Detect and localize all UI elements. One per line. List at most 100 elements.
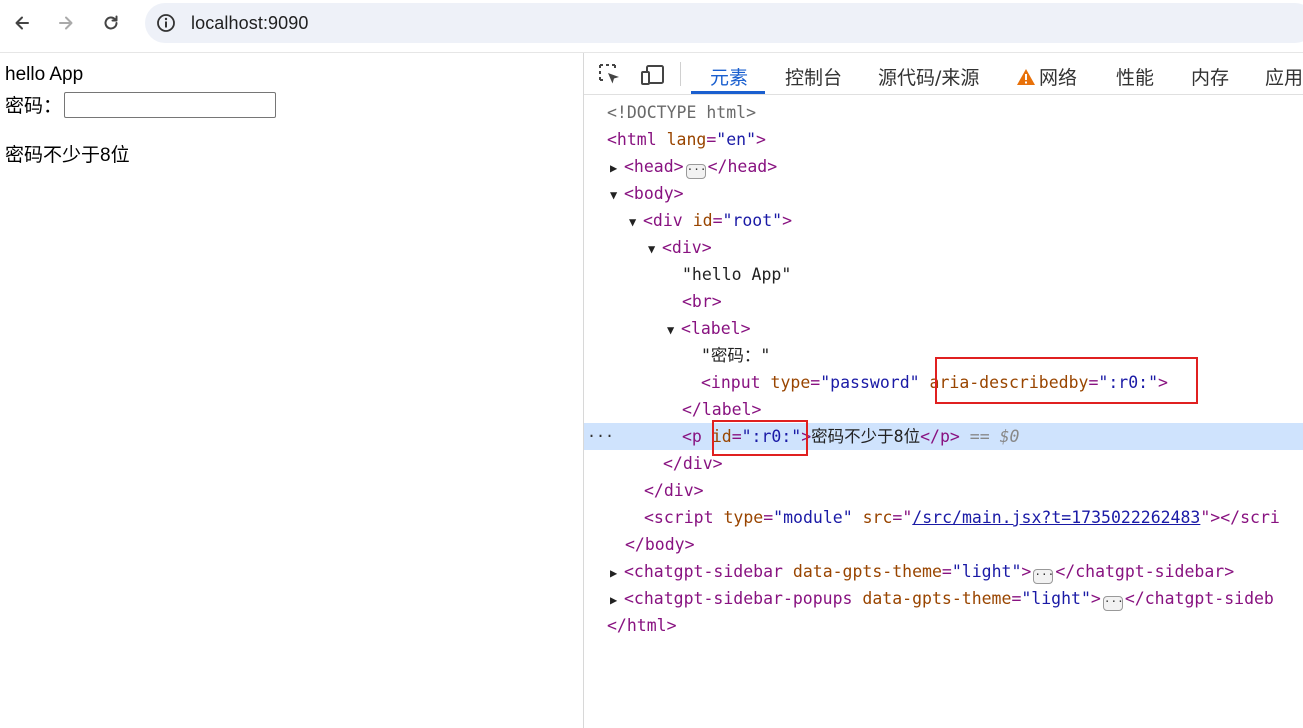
tag-name: <p <box>682 427 702 446</box>
back-button[interactable] <box>6 7 38 39</box>
collapse-triangle-icon[interactable]: ▼ <box>629 209 643 236</box>
dom-node-html-close[interactable]: </html> <box>584 612 1303 639</box>
attr-name: type <box>770 373 811 392</box>
reload-icon <box>104 15 118 30</box>
tag-name: "></scri <box>1200 508 1280 527</box>
tab-sources[interactable]: 源代码/来源 <box>878 63 979 90</box>
doctype-text: <!DOCTYPE html> <box>607 103 757 122</box>
attr-name: type <box>723 508 764 527</box>
tag-name: <input <box>701 373 761 392</box>
dom-node-script[interactable]: <script type="module" src="/src/main.jsx… <box>584 504 1303 531</box>
dom-node-label[interactable]: ▼ <label> <box>584 315 1303 342</box>
dom-node-div-close[interactable]: </div> <box>584 450 1303 477</box>
arrow-left-icon <box>15 16 29 30</box>
reload-button[interactable] <box>95 7 127 39</box>
tag-name: </chatgpt-sideb <box>1124 589 1274 608</box>
attr-value: "module" <box>773 508 853 527</box>
tag-name: </label> <box>682 400 762 419</box>
attr-name: lang <box>666 130 707 149</box>
text-node: 密码不少于8位 <box>811 427 921 446</box>
tag-name: <body> <box>624 184 684 203</box>
attr-name: src <box>862 508 893 527</box>
more-options-icon[interactable]: ··· <box>587 423 614 450</box>
tag-name: <script <box>644 508 714 527</box>
attr-name: id <box>711 427 732 446</box>
dom-node-root-div-close[interactable]: </div> <box>584 477 1303 504</box>
attr-value: "light" <box>951 562 1022 581</box>
dom-node-p-selected[interactable]: ··· <p id=":r0:">密码不少于8位</p> == $0 <box>584 423 1303 450</box>
tag-name: </head> <box>707 157 778 176</box>
dom-node-chatgpt-sidebar[interactable]: ▶ <chatgpt-sidebar data-gpts-theme="light… <box>584 558 1303 585</box>
tab-performance[interactable]: 性能 <box>1116 63 1154 90</box>
devtools-panel: 元素 控制台 源代码/来源 网络 性能 内存 应用 <!DOCTYPE html… <box>584 53 1303 728</box>
dom-node-br[interactable]: <br> <box>584 288 1303 315</box>
dom-node-input[interactable]: <input type="password" aria-describedby=… <box>584 369 1303 396</box>
arrow-right-icon <box>59 16 73 30</box>
tab-memory[interactable]: 内存 <box>1191 63 1229 90</box>
active-tab-indicator <box>691 91 765 94</box>
dom-node-body-close[interactable]: </body> <box>584 531 1303 558</box>
device-toolbar-icon[interactable] <box>640 62 666 88</box>
page-viewport: hello App 密码： 密码不少于8位 <box>0 53 583 728</box>
tag-name: </chatgpt-sidebar> <box>1055 562 1235 581</box>
warning-icon <box>1017 69 1035 85</box>
attr-value: "password" <box>820 373 920 392</box>
attr-name: data-gpts-theme <box>862 589 1012 608</box>
dom-node-root-div[interactable]: ▼ <div id="root"> <box>584 207 1303 234</box>
address-bar[interactable]: localhost:9090 <box>145 3 1303 43</box>
tag-name: <chatgpt-sidebar <box>624 562 783 581</box>
browser-toolbar: localhost:9090 <box>0 0 1303 46</box>
collapse-triangle-icon[interactable]: ▼ <box>648 236 662 263</box>
tag-name: </div> <box>663 454 723 473</box>
info-icon[interactable] <box>156 13 176 33</box>
tag-name: </body> <box>625 535 695 554</box>
script-src-link[interactable]: /src/main.jsx?t=1735022262483 <box>912 508 1200 527</box>
tag-name: </p> <box>920 427 960 446</box>
tag-name: <div <box>643 211 683 230</box>
attr-value: "root" <box>722 211 783 230</box>
tag-name: <label> <box>681 319 751 338</box>
dom-node-head[interactable]: ▶ <head> ···</head> <box>584 153 1303 180</box>
dom-node-doctype[interactable]: <!DOCTYPE html> <box>584 99 1303 126</box>
attr-name: id <box>692 211 713 230</box>
text-node: "hello App" <box>682 265 792 284</box>
dom-node-label-text[interactable]: "密码：" <box>584 342 1303 369</box>
forward-button[interactable] <box>50 7 82 39</box>
tab-console[interactable]: 控制台 <box>785 63 842 90</box>
tab-application[interactable]: 应用 <box>1265 63 1303 90</box>
tag-name: <head> <box>624 157 684 176</box>
dom-node-inner-div[interactable]: ▼ <div> <box>584 234 1303 261</box>
attr-value: ":r0:" <box>1098 373 1159 392</box>
dom-node-html[interactable]: <html lang="en"> <box>584 126 1303 153</box>
expand-triangle-icon[interactable]: ▶ <box>610 587 624 614</box>
dom-node-chatgpt-sidebar-popups[interactable]: ▶ <chatgpt-sidebar-popups data-gpts-theme… <box>584 585 1303 612</box>
attr-value: "light" <box>1021 589 1091 608</box>
attr-value: "en" <box>716 130 757 149</box>
tag-name: <chatgpt-sidebar-popups <box>624 589 853 608</box>
dom-node-body[interactable]: ▼ <body> <box>584 180 1303 207</box>
password-label: 密码： <box>5 96 63 117</box>
collapse-triangle-icon[interactable]: ▼ <box>610 182 624 209</box>
url-text[interactable]: localhost:9090 <box>191 13 309 34</box>
password-hint: 密码不少于8位 <box>5 145 130 166</box>
attr-name: aria-describedby <box>929 373 1089 392</box>
inspect-element-icon[interactable] <box>597 62 623 88</box>
attr-value: ":r0:" <box>741 427 802 446</box>
collapsed-ellipsis-icon[interactable]: ··· <box>1033 569 1054 584</box>
collapsed-ellipsis-icon[interactable]: ··· <box>685 164 706 179</box>
password-input[interactable] <box>64 92 276 118</box>
collapse-triangle-icon[interactable]: ▼ <box>667 317 681 344</box>
hello-text: hello App <box>5 64 84 85</box>
expand-triangle-icon[interactable]: ▶ <box>610 155 624 182</box>
tab-separator <box>680 62 681 86</box>
devtools-tabbar: 元素 控制台 源代码/来源 网络 性能 内存 应用 <box>584 53 1303 95</box>
expand-triangle-icon[interactable]: ▶ <box>610 560 624 587</box>
tag-name: <br> <box>682 292 722 311</box>
dom-node-label-close[interactable]: </label> <box>584 396 1303 423</box>
collapsed-ellipsis-icon[interactable]: ··· <box>1102 596 1124 611</box>
tab-network[interactable]: 网络 <box>1016 63 1077 90</box>
tag-name: <html <box>607 130 657 149</box>
tag-name: </html> <box>607 616 677 635</box>
tab-elements[interactable]: 元素 <box>710 63 748 90</box>
dom-node-hello-text[interactable]: "hello App" <box>584 261 1303 288</box>
